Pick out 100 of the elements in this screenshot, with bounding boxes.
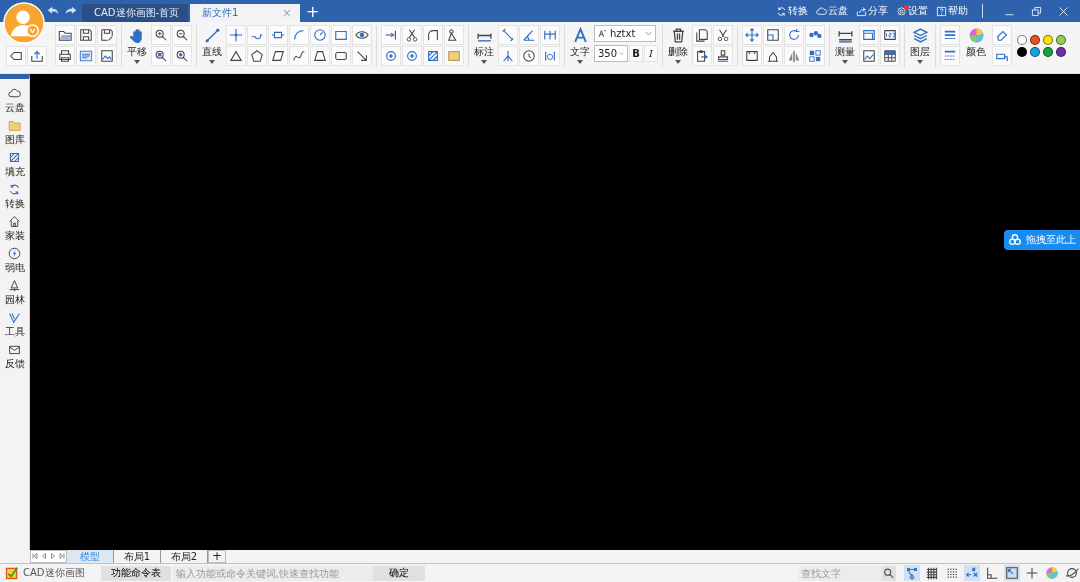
find-text-field[interactable]: 查找文字 bbox=[798, 565, 882, 581]
prev-icon[interactable] bbox=[40, 551, 48, 561]
brush-icon[interactable] bbox=[992, 46, 1012, 66]
grid-icon[interactable] bbox=[805, 46, 825, 66]
extend-icon[interactable] bbox=[381, 25, 401, 45]
stamp-icon[interactable] bbox=[713, 46, 733, 66]
paste-icon[interactable] bbox=[692, 46, 712, 66]
sidebar-item[interactable]: 家装 bbox=[4, 215, 25, 243]
zoom-window-icon[interactable] bbox=[151, 46, 171, 66]
font-dropdown[interactable]: hztxt bbox=[594, 25, 656, 42]
sidebar-item[interactable]: 云盘 bbox=[4, 87, 25, 115]
grid-icon[interactable] bbox=[924, 565, 940, 581]
eye-icon[interactable] bbox=[352, 25, 372, 45]
parallelogram-icon[interactable] bbox=[268, 46, 288, 66]
house-shape-icon[interactable] bbox=[763, 46, 783, 66]
font-size-dropdown[interactable]: 350 bbox=[594, 45, 628, 62]
toolbar-button[interactable]: 测量 bbox=[834, 25, 856, 66]
eraser-icon[interactable] bbox=[992, 25, 1012, 45]
restore-icon[interactable] bbox=[1030, 4, 1043, 18]
zoom-all-icon[interactable] bbox=[172, 46, 192, 66]
area-icon[interactable] bbox=[859, 25, 879, 45]
user-avatar-icon[interactable] bbox=[3, 2, 45, 44]
sidebar-item[interactable]: 转换 bbox=[4, 183, 25, 211]
ortho-icon[interactable] bbox=[984, 565, 1000, 581]
trapezoid-icon[interactable] bbox=[310, 46, 330, 66]
new-tab-button[interactable]: + bbox=[302, 1, 324, 21]
bold-button[interactable]: B bbox=[629, 45, 643, 62]
plus-icon[interactable] bbox=[1024, 565, 1040, 581]
last-icon[interactable] bbox=[58, 551, 66, 561]
screen-icon[interactable] bbox=[1004, 565, 1020, 581]
printer-icon[interactable] bbox=[55, 46, 75, 66]
command-list-button[interactable]: 功能命令表 bbox=[100, 565, 171, 581]
document-tab[interactable]: CAD迷你画图-首页 bbox=[82, 4, 188, 22]
planet-icon[interactable] bbox=[1064, 565, 1080, 581]
close-icon[interactable] bbox=[1057, 4, 1070, 18]
fillet-icon[interactable] bbox=[423, 25, 443, 45]
rotate-icon[interactable] bbox=[784, 25, 804, 45]
next-icon[interactable] bbox=[49, 551, 57, 561]
color-swatch[interactable] bbox=[1043, 35, 1053, 45]
title-link[interactable]: 转换 bbox=[776, 4, 808, 18]
line-type-icon[interactable] bbox=[940, 46, 960, 66]
command-search-field[interactable]: 输入功能或命令关键词,快速查找功能 bbox=[172, 565, 373, 581]
toolbar-button[interactable]: 文字 bbox=[569, 25, 591, 66]
sidebar-item[interactable]: 图库 bbox=[4, 119, 25, 147]
angle-icon[interactable] bbox=[519, 25, 539, 45]
title-link[interactable]: 云盘 bbox=[816, 4, 848, 18]
folder-icon[interactable] bbox=[55, 25, 75, 45]
sidebar-item[interactable]: 填充 bbox=[4, 151, 25, 179]
upload-icon[interactable] bbox=[27, 46, 47, 66]
polar-icon[interactable] bbox=[964, 565, 980, 581]
color-swatch[interactable] bbox=[1030, 35, 1040, 45]
sidebar-item[interactable]: 工具 bbox=[4, 311, 25, 339]
rectangle-icon[interactable] bbox=[331, 25, 351, 45]
toolbar-button[interactable]: 删除 bbox=[667, 25, 689, 66]
confirm-button[interactable]: 确定 bbox=[372, 565, 425, 581]
add-layout-button[interactable]: + bbox=[208, 550, 227, 563]
document-tab[interactable]: 新文件1 × bbox=[190, 4, 300, 22]
circle-dimension-icon[interactable] bbox=[519, 46, 539, 66]
color-swatch[interactable] bbox=[1056, 47, 1066, 57]
first-icon[interactable] bbox=[31, 551, 39, 561]
hatch-icon[interactable] bbox=[423, 46, 443, 66]
copy-icon[interactable] bbox=[692, 25, 712, 45]
color-swatch[interactable] bbox=[1030, 47, 1040, 57]
sidebar-item[interactable]: 弱电 bbox=[4, 247, 25, 275]
layout-tab[interactable]: 布局1 bbox=[114, 550, 161, 563]
toolbar-button[interactable]: 平移 bbox=[126, 25, 148, 66]
italic-button[interactable]: I bbox=[644, 45, 658, 62]
aligned-dimension-icon[interactable] bbox=[498, 25, 518, 45]
table-icon[interactable] bbox=[880, 46, 900, 66]
snap-icon[interactable] bbox=[904, 565, 920, 581]
toolbar-button[interactable]: 标注 bbox=[473, 25, 495, 66]
title-link[interactable]: 帮助 bbox=[936, 4, 968, 18]
zoom-out-icon[interactable] bbox=[172, 25, 192, 45]
frame-icon[interactable] bbox=[742, 46, 762, 66]
diameter-icon[interactable] bbox=[540, 46, 560, 66]
linear-dimension-icon[interactable] bbox=[498, 46, 518, 66]
sidebar-item[interactable]: 园林 bbox=[4, 279, 25, 307]
toolbar-button[interactable]: 直线 bbox=[201, 25, 223, 66]
rounded-rectangle-icon[interactable] bbox=[331, 46, 351, 66]
sidebar-item[interactable]: 反馈 bbox=[4, 343, 25, 371]
save-as-icon[interactable] bbox=[97, 25, 117, 45]
title-link[interactable]: 分享 bbox=[856, 4, 888, 18]
color-swatch[interactable] bbox=[1017, 47, 1027, 57]
baseline-dimension-icon[interactable] bbox=[540, 25, 560, 45]
layout-tab[interactable]: 布局2 bbox=[161, 550, 208, 563]
number-icon[interactable] bbox=[880, 25, 900, 45]
zoom-in-icon[interactable] bbox=[151, 25, 171, 45]
curve-icon[interactable] bbox=[289, 46, 309, 66]
line-weight-icon[interactable] bbox=[940, 25, 960, 45]
search-icon[interactable] bbox=[882, 565, 896, 581]
scissors-icon[interactable] bbox=[713, 25, 733, 45]
color-swatch[interactable] bbox=[1056, 35, 1066, 45]
toolbar-button[interactable]: 图层 bbox=[909, 25, 931, 66]
color-swatch[interactable] bbox=[1017, 35, 1027, 45]
image-icon[interactable] bbox=[97, 46, 117, 66]
mirror-icon[interactable] bbox=[784, 46, 804, 66]
color-wheel-icon[interactable] bbox=[1044, 565, 1060, 581]
scale-icon[interactable] bbox=[763, 25, 783, 45]
color-button[interactable]: 颜色 bbox=[965, 25, 987, 61]
picture-icon[interactable] bbox=[859, 46, 879, 66]
